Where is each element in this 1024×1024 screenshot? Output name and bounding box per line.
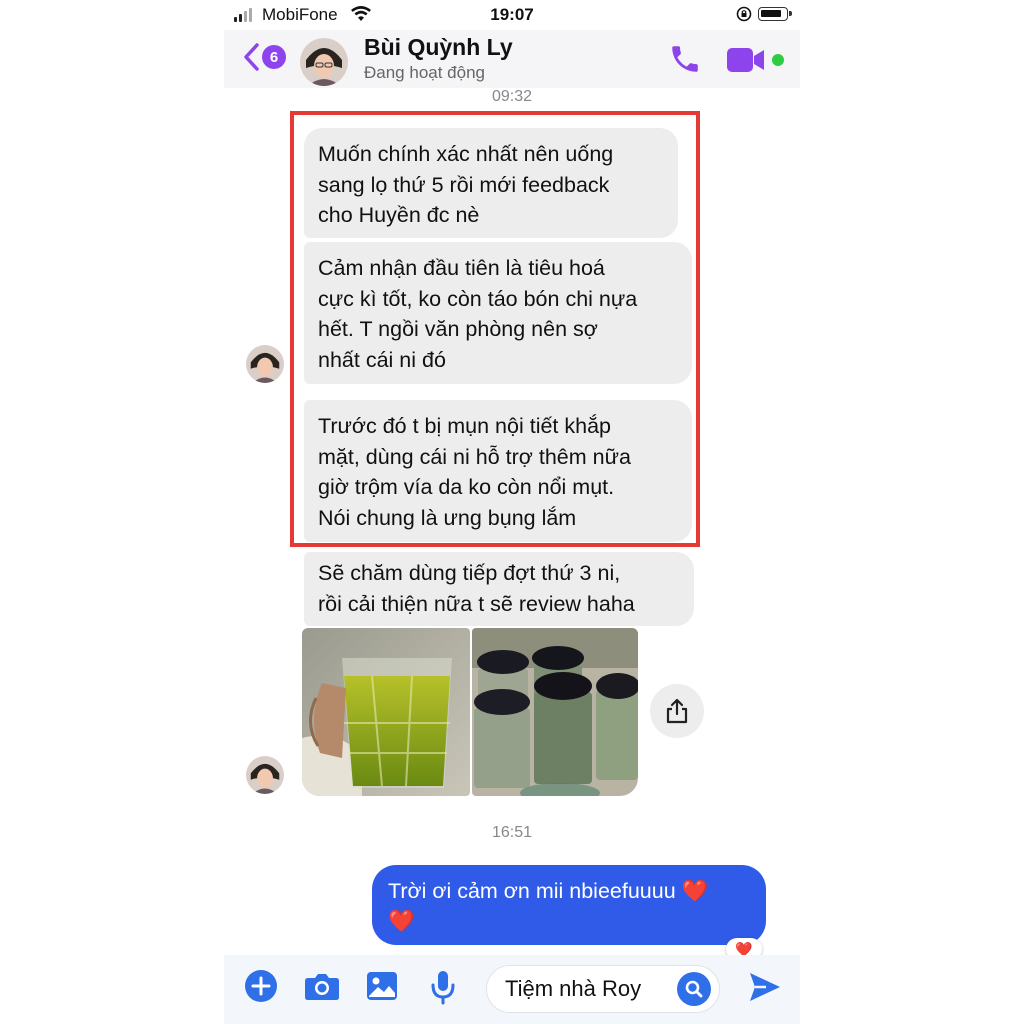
timestamp-divider: 09:32	[491, 88, 533, 105]
avatar[interactable]	[246, 345, 284, 383]
chevron-left-icon	[244, 43, 259, 71]
image-icon[interactable]	[366, 971, 398, 1001]
heart-emoji: ❤️	[681, 879, 709, 903]
received-message[interactable]: Sẽ chăm dùng tiếp đợt thứ 3 ni, rồi cải …	[304, 552, 694, 626]
message-input[interactable]: Tiệm nhà Roy	[486, 965, 720, 1013]
microphone-icon[interactable]	[430, 969, 456, 1005]
back-button[interactable]: 6	[242, 42, 286, 72]
battery-icon	[758, 7, 792, 21]
rotation-lock-icon	[736, 6, 752, 22]
video-camera-icon[interactable]	[726, 46, 766, 74]
messenger-screen: MobiFone 19:07 6 Bùi Quỳnh Ly Đang hoạt …	[224, 0, 800, 1024]
photo-green-juice[interactable]	[302, 628, 470, 796]
search-icon	[685, 980, 703, 998]
message-line: Trời ơi cảm ơn mii nbieefuuuu	[388, 879, 676, 903]
message-line: Sẽ chăm dùng tiếp đợt thứ 3 ni,	[318, 561, 621, 585]
unread-count-badge: 6	[262, 45, 286, 69]
plus-icon[interactable]	[244, 969, 278, 1003]
avatar[interactable]	[246, 756, 284, 794]
status-bar: MobiFone 19:07	[224, 0, 800, 30]
photo-powder-jars[interactable]	[472, 628, 638, 796]
phone-icon[interactable]	[668, 42, 702, 76]
search-button[interactable]	[677, 972, 711, 1006]
composer-bar: Tiệm nhà Roy	[224, 955, 800, 1024]
message-line: rồi cải thiện nữa t sẽ review haha	[318, 591, 635, 616]
message-input-value: Tiệm nhà Roy	[505, 976, 642, 1001]
share-button[interactable]	[650, 684, 704, 738]
chat-header: 6 Bùi Quỳnh Ly Đang hoạt động	[224, 30, 800, 88]
camera-icon[interactable]	[304, 971, 340, 1001]
timestamp-divider: 16:51	[491, 824, 533, 841]
sent-message[interactable]: Trời ơi cảm ơn mii nbieefuuuu ❤️ ❤️	[372, 865, 766, 945]
clock: 19:07	[490, 5, 534, 24]
heart-emoji: ❤️	[388, 909, 415, 933]
contact-name[interactable]: Bùi Quỳnh Ly	[364, 34, 513, 61]
avatar[interactable]	[300, 38, 348, 86]
send-icon[interactable]	[748, 971, 782, 1003]
share-icon	[666, 698, 688, 724]
active-status: Đang hoạt động	[364, 63, 485, 82]
online-indicator	[772, 54, 784, 66]
highlight-box	[290, 111, 700, 547]
